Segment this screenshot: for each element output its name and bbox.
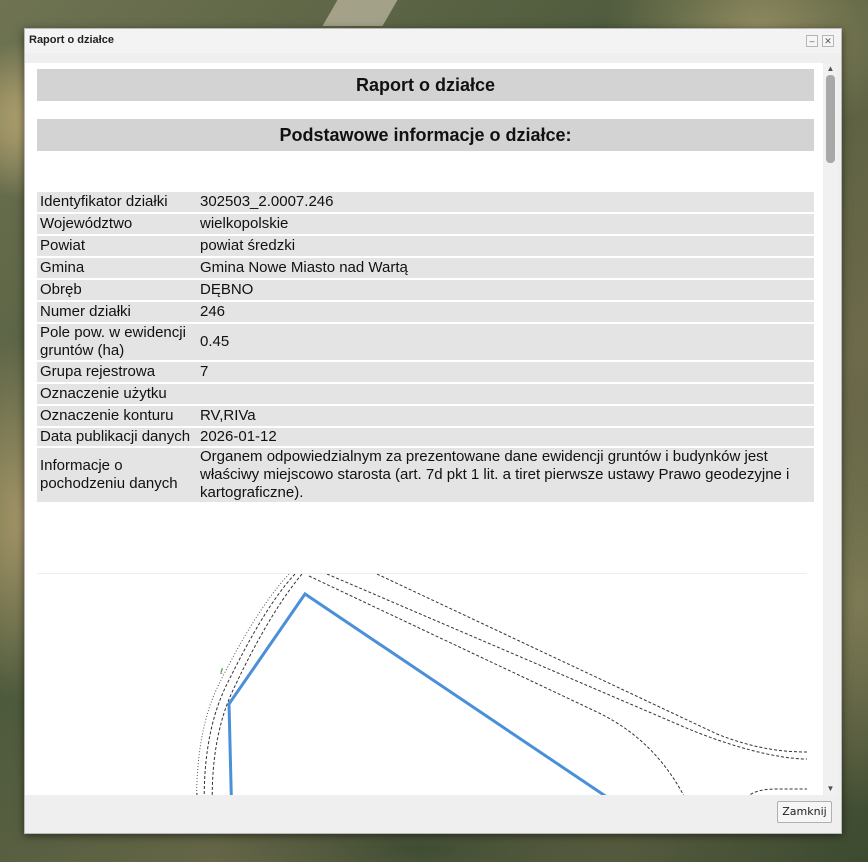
row-label: Województwo	[37, 214, 197, 234]
table-row: Obręb DĘBNO	[37, 280, 814, 300]
row-label: Numer działki	[37, 302, 197, 322]
scroll-down-icon[interactable]: ▼	[824, 783, 837, 795]
row-label: Obręb	[37, 280, 197, 300]
close-button[interactable]: Zamknij	[777, 801, 832, 823]
table-row: Powiat powiat średzki	[37, 236, 814, 256]
row-value: Organem odpowiedzialnym za prezentowane …	[197, 448, 814, 502]
row-label: Identyfikator działki	[37, 192, 197, 212]
row-value: wielkopolskie	[197, 214, 814, 234]
vertical-scrollbar[interactable]: ▲ ▼	[824, 63, 837, 795]
row-value: Gmina Nowe Miasto nad Wartą	[197, 258, 814, 278]
table-row: Numer działki 246	[37, 302, 814, 322]
row-label: Gmina	[37, 258, 197, 278]
row-label: Powiat	[37, 236, 197, 256]
map-dashed-line	[211, 573, 303, 795]
table-row: Identyfikator działki 302503_2.0007.246	[37, 192, 814, 212]
dialog-title: Raport o działce	[29, 34, 114, 46]
table-row: Data publikacji danych 2026-01-12	[37, 428, 814, 446]
row-value	[197, 384, 814, 404]
report-heading: Raport o działce	[37, 69, 814, 101]
close-icon[interactable]: ✕	[822, 35, 834, 47]
dialog-titlebar[interactable]: Raport o działce – ✕	[25, 29, 841, 53]
table-row: Województwo wielkopolskie	[37, 214, 814, 234]
row-label: Oznaczenie konturu	[37, 406, 197, 426]
parcel-map-drawing: ℓ ℓ	[194, 573, 808, 795]
map-road	[322, 0, 398, 26]
row-value: 246	[197, 302, 814, 322]
parcel-report-dialog: Raport o działce – ✕ Raport o działce Po…	[24, 28, 842, 834]
row-value: 2026-01-12	[197, 428, 814, 446]
row-value: RV,RIVa	[197, 406, 814, 426]
table-row: Informacje o pochodzeniu danych Organem …	[37, 448, 814, 502]
row-value: 302503_2.0007.246	[197, 192, 814, 212]
map-marker: ℓ	[194, 792, 198, 795]
parcel-map: ℓ ℓ	[37, 573, 808, 795]
row-label: Informacje o pochodzeniu danych	[37, 448, 197, 502]
map-dashed-line	[308, 575, 684, 795]
row-value: 0.45	[197, 324, 814, 360]
parcel-outline	[227, 591, 607, 795]
scrollbar-thumb[interactable]	[826, 75, 835, 163]
row-value: powiat średzki	[197, 236, 814, 256]
row-label: Pole pow. w ewidencji gruntów (ha)	[37, 324, 197, 360]
row-value: 7	[197, 362, 814, 382]
map-dashed-line	[203, 573, 296, 795]
map-dashed-line	[376, 573, 808, 753]
scroll-up-icon[interactable]: ▲	[824, 63, 837, 75]
table-row: Oznaczenie użytku	[37, 384, 814, 404]
minimize-icon[interactable]: –	[806, 35, 818, 47]
table-row: Grupa rejestrowa 7	[37, 362, 814, 382]
table-row: Pole pow. w ewidencji gruntów (ha) 0.45	[37, 324, 814, 360]
row-label: Data publikacji danych	[37, 428, 197, 446]
row-label: Grupa rejestrowa	[37, 362, 197, 382]
report-content: Raport o działce Podstawowe informacje o…	[25, 63, 823, 795]
parcel-info-table: Identyfikator działki 302503_2.0007.246 …	[37, 190, 814, 504]
table-row: Gmina Gmina Nowe Miasto nad Wartą	[37, 258, 814, 278]
map-dashed-line	[326, 573, 808, 760]
map-marker: ℓ	[219, 667, 223, 676]
section-heading: Podstawowe informacje o działce:	[37, 119, 814, 151]
row-value: DĘBNO	[197, 280, 814, 300]
table-row: Oznaczenie konturu RV,RIVa	[37, 406, 814, 426]
map-dashed-line	[749, 788, 807, 795]
row-label: Oznaczenie użytku	[37, 384, 197, 404]
